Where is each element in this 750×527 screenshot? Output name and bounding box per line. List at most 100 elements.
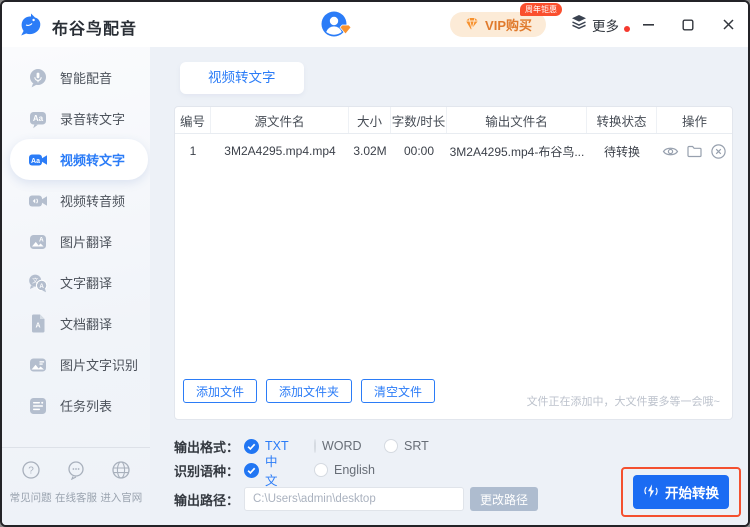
preview-icon[interactable]: [662, 143, 679, 160]
website-link[interactable]: 进入官网: [100, 460, 142, 505]
sidebar-item-task-list[interactable]: 任务列表: [2, 385, 150, 426]
text-translate-icon: 文A: [28, 273, 48, 293]
sidebar-item-video-to-text[interactable]: Aa 视频转文字: [10, 139, 148, 180]
sidebar-item-label: 图片文字识别: [60, 358, 139, 373]
sidebar-footer: ? 常见问题 在线客服 进入官网: [2, 447, 150, 525]
brand: 布谷鸟配音: [18, 11, 137, 42]
sidebar-item-audio-to-text[interactable]: Aa 录音转文字: [2, 98, 150, 139]
output-path-input[interactable]: [244, 487, 464, 511]
sidebar-item-smart-dubbing[interactable]: 智能配音: [2, 57, 150, 98]
language-label: 识别语种：: [174, 463, 240, 479]
header-status: 转换状态: [587, 107, 657, 133]
convert-bolt-icon: [643, 483, 659, 502]
language-option-chinese[interactable]: 中文: [244, 451, 288, 489]
faq-icon: ?: [21, 460, 41, 485]
image-translate-icon: A: [28, 232, 48, 252]
output-format-label: 输出格式：: [174, 439, 240, 455]
svg-text:A: A: [39, 282, 44, 289]
website-icon: [111, 460, 131, 485]
file-actions: 添加文件 添加文件夹 清空文件: [183, 379, 436, 403]
svg-text:A: A: [39, 236, 44, 243]
support-icon: [66, 460, 86, 485]
sidebar: 智能配音 Aa 录音转文字 Aa 视频转文字 视频转音频 A 图片翻译 文 A …: [2, 47, 150, 525]
title-bar: 布谷鸟配音 VIP购买 周年钜惠 更多: [2, 2, 748, 47]
cell-operations: [657, 143, 732, 160]
task-list-icon: [28, 396, 48, 416]
sidebar-item-label: 录音转文字: [60, 112, 126, 127]
header-wordcount-duration: 字数/时长: [391, 107, 447, 133]
video-to-audio-icon: [28, 191, 48, 211]
clear-files-button[interactable]: 清空文件: [361, 379, 436, 403]
cell-output-filename: 3M2A4295.mp4-布谷鸟...: [449, 144, 585, 159]
file-table-panel: 编号 源文件名 大小 字数/时长 输出文件名 转换状态 操作 1 3M2A429…: [174, 106, 733, 420]
faq-link[interactable]: ? 常见问题: [10, 460, 52, 505]
avatar-vip-badge-icon: [339, 22, 352, 40]
start-conversion-button[interactable]: 开始转换: [633, 475, 729, 509]
header-output-filename: 输出文件名: [447, 107, 587, 133]
doc-translate-icon: A: [28, 314, 48, 334]
vip-gem-icon: [464, 16, 480, 33]
audio-to-text-icon: Aa: [28, 109, 48, 129]
table-header-row: 编号 源文件名 大小 字数/时长 输出文件名 转换状态 操作: [175, 107, 732, 134]
sidebar-item-label: 文字翻译: [60, 276, 113, 291]
smart-dubbing-icon: [28, 68, 48, 88]
radio-unchecked-icon: [384, 439, 398, 453]
window-controls: [640, 2, 736, 47]
open-folder-icon[interactable]: [686, 143, 703, 160]
app-window: 布谷鸟配音 VIP购买 周年钜惠 更多 智能配音 Aa 录音转文字 Aa 视频转…: [0, 0, 750, 527]
sidebar-item-image-ocr[interactable]: 图片文字识别: [2, 344, 150, 385]
format-option-srt[interactable]: SRT: [384, 439, 429, 453]
vip-purchase-label: VIP购买: [485, 18, 532, 33]
start-conversion-label: 开始转换: [665, 486, 719, 501]
cell-duration: 00:00: [403, 144, 435, 158]
sidebar-item-video-to-audio[interactable]: 视频转音频: [2, 180, 150, 221]
table-row[interactable]: 1 3M2A4295.mp4.mp4 3.02M 00:00 3M2A4295.…: [175, 134, 732, 168]
add-file-button[interactable]: 添加文件: [183, 379, 258, 403]
close-button[interactable]: [720, 17, 736, 33]
sidebar-item-label: 任务列表: [60, 399, 113, 414]
svg-text:A: A: [35, 322, 40, 329]
minimize-button[interactable]: [640, 17, 656, 33]
sidebar-item-label: 视频转音频: [60, 194, 126, 209]
app-title: 布谷鸟配音: [52, 20, 138, 38]
app-logo-icon: [18, 11, 44, 42]
radio-unchecked-icon: [314, 439, 316, 453]
more-label: 更多: [592, 18, 619, 34]
output-path-label: 输出路径：: [174, 492, 240, 508]
notification-dot: [624, 25, 630, 32]
cell-id: 1: [189, 144, 197, 158]
video-to-text-icon: Aa: [28, 150, 48, 170]
sidebar-item-label: 图片翻译: [60, 235, 113, 250]
svg-text:文: 文: [32, 277, 38, 285]
header-id: 编号: [175, 107, 211, 133]
change-path-button[interactable]: 更改路径: [470, 487, 539, 511]
tab-video-to-text[interactable]: 视频转文字: [180, 62, 304, 94]
output-path-row: 输出路径： 更改路径: [174, 487, 539, 511]
svg-text:Aa: Aa: [33, 114, 44, 123]
format-option-word[interactable]: WORD: [314, 439, 362, 453]
sidebar-item-label: 智能配音: [60, 71, 113, 86]
website-label: 进入官网: [100, 492, 143, 504]
svg-text:?: ?: [28, 465, 34, 476]
add-folder-button[interactable]: 添加文件夹: [266, 379, 353, 403]
header-operations: 操作: [681, 114, 707, 129]
vip-promo-badge: 周年钜惠: [520, 3, 562, 16]
vip-area: VIP购买 周年钜惠: [450, 3, 562, 37]
support-link[interactable]: 在线客服: [55, 460, 97, 505]
sidebar-item-image-translate[interactable]: A 图片翻译: [2, 221, 150, 262]
maximize-button[interactable]: [680, 17, 696, 33]
sidebar-nav: 智能配音 Aa 录音转文字 Aa 视频转文字 视频转音频 A 图片翻译 文 A …: [2, 47, 150, 426]
faq-label: 常见问题: [9, 492, 52, 504]
header-size: 大小: [349, 107, 391, 133]
start-button-highlight: 开始转换: [621, 467, 741, 517]
language-option-english[interactable]: English: [314, 463, 375, 477]
user-avatar[interactable]: [320, 10, 352, 38]
remove-file-icon[interactable]: [710, 143, 727, 160]
output-format-row: 输出格式： TXT WORD SRT: [174, 437, 455, 455]
sidebar-item-label: 文档翻译: [60, 317, 113, 332]
radio-checked-icon: [244, 462, 259, 478]
cell-size: 3.02M: [353, 144, 387, 158]
sidebar-item-text-translate[interactable]: 文A 文字翻译: [2, 262, 150, 303]
more-menu-button[interactable]: 更多: [571, 14, 630, 35]
sidebar-item-doc-translate[interactable]: A 文档翻译: [2, 303, 150, 344]
